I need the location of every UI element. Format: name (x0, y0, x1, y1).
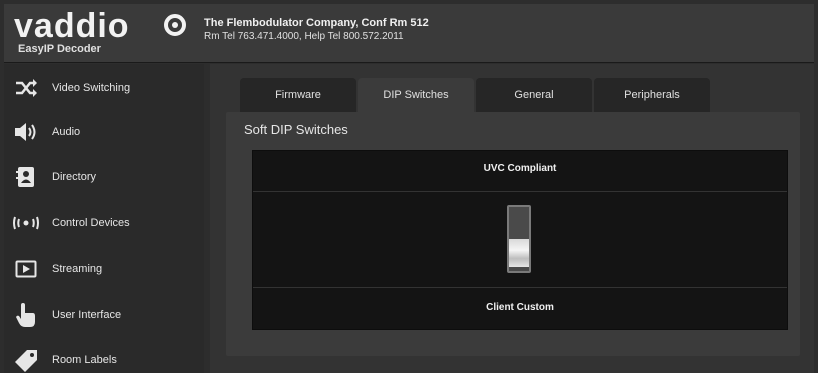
main-content: Firmware DIP Switches General Peripheral… (210, 64, 814, 373)
sidebar-item-directory[interactable]: Directory (4, 157, 204, 197)
product-name: EasyIP Decoder (18, 43, 101, 55)
directory-icon (8, 162, 44, 192)
sidebar-item-label: Streaming (52, 263, 103, 275)
tab-dip-switches[interactable]: DIP Switches (358, 78, 474, 112)
tab-firmware[interactable]: Firmware (240, 78, 356, 112)
vaddio-logo: vaddio EasyIP Decoder (14, 8, 194, 58)
sidebar: Video Switching Audio Directory Control … (4, 64, 204, 373)
logo-mark-icon (164, 14, 186, 36)
company-phone: Rm Tel 763.471.4000, Help Tel 800.572.20… (204, 31, 404, 42)
dip-switch-bottom-label: Client Custom (486, 302, 554, 313)
sidebar-item-label: Room Labels (52, 354, 117, 366)
divider (253, 287, 787, 288)
video-switching-icon (8, 73, 44, 103)
dip-switches-panel: Soft DIP Switches UVC Compliant Client C… (226, 112, 800, 356)
sidebar-item-audio[interactable]: Audio (4, 112, 204, 152)
sidebar-item-label: User Interface (52, 309, 122, 321)
tab-general[interactable]: General (476, 78, 592, 112)
sidebar-item-streaming[interactable]: Streaming (4, 249, 204, 289)
tab-peripherals[interactable]: Peripherals (594, 78, 710, 112)
panel-title: Soft DIP Switches (244, 122, 348, 137)
dip-switch-toggle[interactable] (507, 205, 531, 273)
divider (253, 191, 787, 192)
tab-bar: Firmware DIP Switches General Peripheral… (240, 78, 760, 112)
dip-switch-top-label: UVC Compliant (483, 163, 557, 174)
sidebar-item-label: Directory (52, 171, 97, 183)
dip-switch-box: UVC Compliant Client Custom (252, 150, 788, 330)
company-info: The Flembodulator Company, Conf Rm 512 R… (204, 16, 429, 44)
sidebar-item-room-labels[interactable]: Room Labels (4, 340, 204, 380)
sidebar-item-label: Video Switching (52, 82, 131, 94)
sidebar-item-user-interface[interactable]: User Interface (4, 295, 204, 335)
streaming-icon (8, 254, 44, 284)
tag-icon (8, 345, 44, 375)
header: vaddio EasyIP Decoder The Flembodulator … (4, 4, 814, 63)
dip-switch-knob[interactable] (509, 239, 529, 267)
sidebar-item-video-switching[interactable]: Video Switching (4, 68, 204, 108)
sidebar-item-label: Control Devices (52, 217, 130, 229)
sidebar-item-label: Audio (52, 126, 81, 138)
logo-text: vaddio (14, 7, 130, 45)
company-name: The Flembodulator Company, Conf Rm 512 (204, 17, 429, 29)
speaker-icon (8, 117, 44, 147)
hand-pointer-icon (8, 300, 44, 330)
app-window: vaddio EasyIP Decoder The Flembodulator … (0, 0, 818, 373)
control-devices-icon (8, 208, 44, 238)
sidebar-item-control-devices[interactable]: Control Devices (4, 203, 204, 243)
